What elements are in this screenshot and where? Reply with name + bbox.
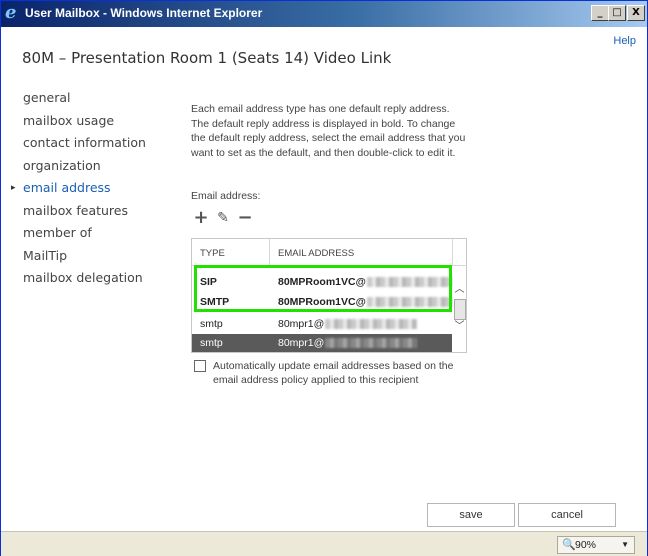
cell-email: 80mpr1@ <box>278 337 418 349</box>
sidebar-item-email-address[interactable]: ▸ email address <box>11 179 181 202</box>
remove-icon[interactable]: − <box>237 209 253 227</box>
chevron-down-icon[interactable]: ﹀ <box>453 320 466 334</box>
redacted-text <box>325 319 418 330</box>
auto-update-checkbox[interactable] <box>194 360 206 372</box>
edit-pencil-icon[interactable]: ✎ <box>215 209 231 227</box>
email-prefix: 80mpr1@ <box>278 318 325 330</box>
cell-email: 80mpr1@ <box>278 318 418 330</box>
add-icon[interactable]: + <box>193 209 209 227</box>
sidebar-item-label: mailbox usage <box>23 112 115 128</box>
chevron-up-icon[interactable]: ︿ <box>453 283 466 297</box>
zoom-control[interactable]: 🔍 90% ▼ <box>557 536 635 554</box>
sidebar-item-mailtip[interactable]: MailTip <box>11 247 181 270</box>
sidebar-item-contact-information[interactable]: contact information <box>11 134 181 157</box>
chevron-down-icon[interactable]: ▼ <box>621 537 629 553</box>
window-title: User Mailbox - Windows Internet Explorer <box>25 6 263 20</box>
sidebar-item-label: MailTip <box>23 247 68 263</box>
sidebar-item-mailbox-usage[interactable]: mailbox usage <box>11 112 181 135</box>
column-divider <box>452 239 453 265</box>
sidebar-item-label: email address <box>23 180 111 195</box>
status-bar: 🔍 90% ▼ <box>1 531 647 556</box>
table-row-selected[interactable]: smtp 80mpr1@ <box>192 334 452 352</box>
internet-explorer-icon: e <box>5 2 17 23</box>
table-row[interactable]: smtp 80mpr1@ <box>192 315 452 334</box>
cell-type: smtp <box>200 337 223 349</box>
table-header: TYPE EMAIL ADDRESS <box>192 239 466 266</box>
column-header-email[interactable]: EMAIL ADDRESS <box>278 248 354 259</box>
sidebar-item-label: contact information <box>23 135 146 150</box>
help-link[interactable]: Help <box>613 35 636 47</box>
browser-window: e User Mailbox - Windows Internet Explor… <box>0 0 648 556</box>
zoom-level: 90% <box>575 539 597 551</box>
title-bar: e User Mailbox - Windows Internet Explor… <box>1 1 647 27</box>
sidebar-nav: general mailbox usage contact informatio… <box>11 89 181 292</box>
minimize-button[interactable]: _ <box>591 5 609 21</box>
column-divider <box>269 239 270 265</box>
redacted-text <box>325 338 418 349</box>
close-button[interactable]: X <box>627 5 645 21</box>
annotation-highlight-box <box>194 265 452 312</box>
zoom-magnifier-icon: 🔍 <box>562 539 576 551</box>
sidebar-item-member-of[interactable]: member of <box>11 224 181 247</box>
sidebar-item-label: general <box>23 90 71 105</box>
auto-update-label[interactable]: Automatically update email addresses bas… <box>213 359 463 387</box>
cell-type: smtp <box>200 318 223 330</box>
table-scrollbar[interactable]: ︿ ﹀ <box>453 266 466 352</box>
sidebar-item-label: member of <box>23 225 92 240</box>
sidebar-item-label: mailbox features <box>23 202 128 218</box>
sidebar-item-mailbox-delegation[interactable]: mailbox delegation <box>11 269 181 292</box>
column-header-type[interactable]: TYPE <box>200 248 225 259</box>
email-address-label: Email address: <box>191 190 261 202</box>
sidebar-item-organization[interactable]: organization <box>11 157 181 180</box>
sidebar-item-mailbox-features[interactable]: mailbox features <box>11 202 181 225</box>
scrollbar-thumb[interactable] <box>454 299 466 320</box>
description-text: Each email address type has one default … <box>191 103 466 160</box>
email-prefix: 80mpr1@ <box>278 337 325 349</box>
sidebar-item-general[interactable]: general <box>11 89 181 112</box>
maximize-button[interactable]: □ <box>608 5 626 21</box>
active-arrow-icon: ▸ <box>11 183 16 193</box>
sidebar-item-label: mailbox delegation <box>23 270 143 285</box>
save-button[interactable]: save <box>427 503 515 527</box>
sidebar-item-label: organization <box>23 157 101 173</box>
cancel-button[interactable]: cancel <box>518 503 616 527</box>
page-title: 80M – Presentation Room 1 (Seats 14) Vid… <box>22 49 392 67</box>
